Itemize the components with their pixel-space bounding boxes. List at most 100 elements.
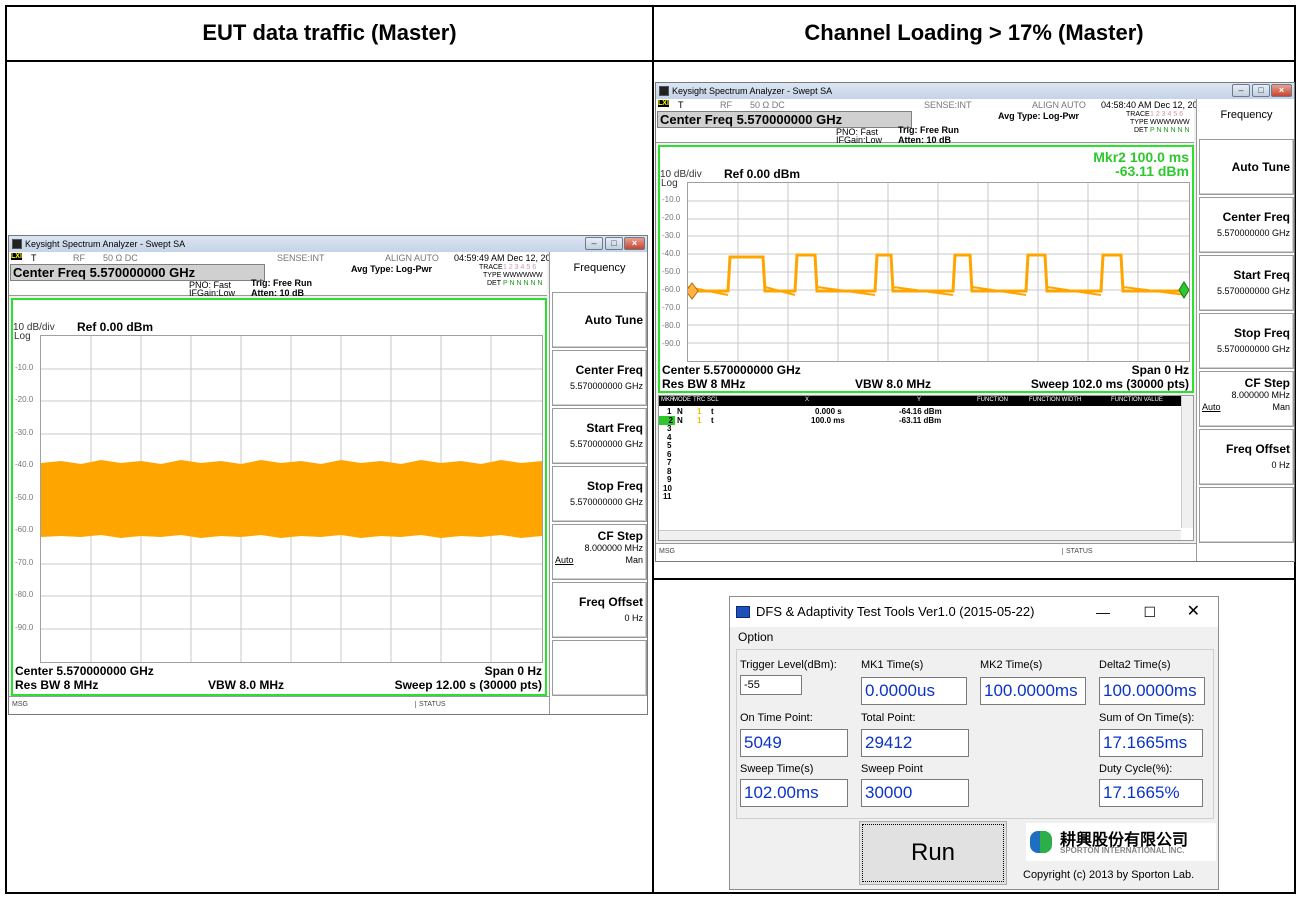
- center-freq-button[interactable]: Center Freq 5.570000000 GHz: [1199, 197, 1294, 253]
- minimize-button[interactable]: –: [1232, 84, 1250, 97]
- left-header: EUT data traffic (Master): [202, 20, 457, 45]
- col-function-value: FUNCTION VALUE: [1111, 397, 1163, 403]
- trace-label: TRACE: [479, 264, 503, 271]
- auto-tune-button[interactable]: Auto Tune: [1199, 139, 1294, 195]
- det-label: DET: [1134, 127, 1148, 134]
- run-button[interactable]: Run: [859, 821, 1007, 885]
- logo-mark-2: [1040, 831, 1052, 853]
- sweep-time-value: 102.00ms: [740, 779, 848, 807]
- col-scl: SCL: [707, 397, 719, 403]
- row-scl: t: [711, 416, 714, 425]
- empty-softkey[interactable]: [552, 640, 647, 696]
- align-label: ALIGN AUTO: [1032, 100, 1086, 110]
- maximize-button[interactable]: □: [1252, 84, 1270, 97]
- cf-step-button[interactable]: CF Step 8.000000 MHz Auto Man: [552, 524, 647, 580]
- row-x: 0.000 s: [815, 407, 842, 416]
- graticule: [687, 182, 1190, 362]
- close-button[interactable]: ×: [624, 237, 645, 250]
- mk2-label: MK2 Time(s): [980, 659, 1043, 671]
- sweep-trace: [688, 183, 1189, 361]
- table-scrollbar[interactable]: [1181, 396, 1193, 528]
- start-freq-button[interactable]: Start Freq 5.570000000 GHz: [552, 408, 647, 464]
- det-value: P N N N N N: [1150, 127, 1190, 134]
- status-bar: MSG STATUS: [656, 543, 1196, 561]
- avg-type-label: Avg Type: Log-Pwr: [998, 111, 1079, 121]
- minimize-button[interactable]: –: [585, 237, 603, 250]
- center-freq-value: 5.570000000 GHz: [1216, 228, 1290, 238]
- y-tick-6: -60.0: [662, 285, 681, 294]
- y-tick-1: -10.0: [662, 195, 681, 204]
- menu-title: Frequency: [573, 262, 626, 274]
- sweep-label: Sweep 12.00 s (30000 pts): [394, 678, 542, 692]
- mk1-label: MK1 Time(s): [861, 659, 924, 671]
- center-freq-button[interactable]: Center Freq 5.570000000 GHz: [552, 350, 647, 406]
- center-freq-readout: Center Freq 5.570000000 GHz: [657, 111, 912, 128]
- table-row[interactable]: 1 N 1 t 0.000 s -64.16 dBm: [659, 407, 1181, 416]
- maximize-button[interactable]: ☐: [1143, 597, 1156, 627]
- sweep-point-value: 30000: [861, 779, 969, 807]
- freq-offset-label: Freq Offset: [578, 595, 643, 609]
- trigger-level-input[interactable]: -55: [740, 675, 802, 695]
- row-y: -63.11 dBm: [899, 416, 942, 425]
- table-hscrollbar[interactable]: [659, 530, 1181, 540]
- column-divider: [652, 5, 654, 894]
- y-tick-8: -80.0: [662, 321, 681, 330]
- cf-step-label: CF Step: [597, 529, 643, 543]
- duty-cycle-label: Duty Cycle(%):: [1099, 763, 1173, 775]
- minimize-button[interactable]: —: [1096, 597, 1110, 627]
- sweep-time-label: Sweep Time(s): [740, 763, 814, 775]
- type-value: WWWWWW: [1150, 119, 1190, 126]
- softkey-menu: Frequency Auto Tune Center Freq 5.5700000…: [549, 252, 647, 714]
- list-item: 11: [663, 492, 672, 501]
- on-time-label: On Time Point:: [740, 712, 813, 724]
- close-button[interactable]: ×: [1271, 84, 1292, 97]
- sweep-trace: [41, 336, 542, 662]
- y-tick-5: -50.0: [15, 493, 34, 502]
- sense-label: SENSE:INT: [277, 253, 325, 263]
- menu-option[interactable]: Option: [738, 630, 773, 644]
- y-tick-1: -10.0: [15, 363, 34, 372]
- avg-type-label: Avg Type: Log-Pwr: [351, 264, 432, 274]
- ref-level: Ref 0.00 dBm: [77, 320, 154, 334]
- freq-offset-button[interactable]: Freq Offset 0 Hz: [552, 582, 647, 638]
- close-button[interactable]: ✕: [1187, 597, 1200, 627]
- col-function-width: FUNCTION WIDTH: [1029, 397, 1082, 403]
- trigger-level-label: Trigger Level(dBm):: [740, 659, 837, 671]
- delta2-value: 100.0000ms: [1099, 677, 1205, 705]
- vbw-label: VBW 8.0 MHz: [208, 678, 285, 692]
- row-mode: N: [677, 407, 683, 416]
- center-bottom-label: Center 5.570000000 GHz: [15, 664, 154, 678]
- col-mode: MODE: [673, 397, 691, 403]
- y-tick-2: -20.0: [662, 213, 681, 222]
- trace-label: TRACE: [1126, 111, 1150, 118]
- cf-auto-label: Auto: [1202, 402, 1221, 412]
- row-num: 1: [667, 407, 672, 416]
- timestamp: 04:58:40 AM Dec 12, 2021: [1101, 100, 1208, 110]
- cf-man-label: Man: [625, 555, 643, 565]
- window-titlebar: Keysight Spectrum Analyzer - Swept SA – …: [656, 83, 1294, 99]
- empty-softkey[interactable]: [1199, 487, 1294, 543]
- auto-tune-button[interactable]: Auto Tune: [552, 292, 647, 348]
- auto-tune-label: Auto Tune: [584, 313, 643, 327]
- start-freq-button[interactable]: Start Freq 5.570000000 GHz: [1199, 255, 1294, 311]
- freq-offset-value: 0 Hz: [1271, 460, 1290, 470]
- maximize-button[interactable]: □: [605, 237, 623, 250]
- window-title: Keysight Spectrum Analyzer - Swept SA: [25, 239, 186, 249]
- start-freq-value: 5.570000000 GHz: [569, 439, 643, 449]
- header-divider: [5, 60, 1296, 62]
- freq-offset-button[interactable]: Freq Offset 0 Hz: [1199, 429, 1294, 485]
- cf-step-button[interactable]: CF Step 8.000000 MHz Auto Man: [1199, 371, 1294, 427]
- stop-freq-value: 5.570000000 GHz: [1216, 344, 1290, 354]
- y-tick-6: -60.0: [15, 525, 34, 534]
- center-freq-readout: Center Freq 5.570000000 GHz: [10, 264, 265, 281]
- freq-offset-value: 0 Hz: [624, 613, 643, 623]
- settings-panel: LXI T RF 50 Ω DC SENSE:INT ALIGN AUTO 04…: [656, 99, 1208, 145]
- window-title: Keysight Spectrum Analyzer - Swept SA: [672, 86, 833, 96]
- softkey-menu: Frequency Auto Tune Center Freq 5.5700000…: [1196, 99, 1294, 561]
- table-row[interactable]: 2 N 1 t 100.0 ms -63.11 dBm: [659, 416, 1181, 425]
- log-label: Log: [661, 178, 678, 189]
- graticule: [40, 335, 543, 663]
- stop-freq-button[interactable]: Stop Freq 5.570000000 GHz: [1199, 313, 1294, 369]
- trig-label: Trig: Free Run: [251, 278, 313, 288]
- stop-freq-button[interactable]: Stop Freq 5.570000000 GHz: [552, 466, 647, 522]
